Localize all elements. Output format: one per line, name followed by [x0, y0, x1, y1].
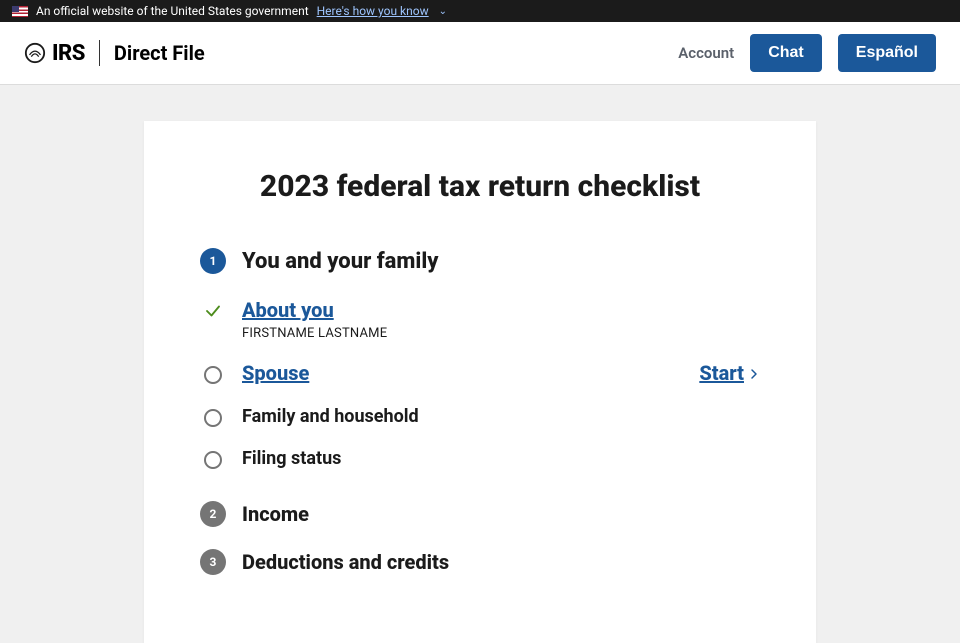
section-you-and-family: 1 You and your family: [200, 248, 760, 274]
logo-divider: [99, 40, 100, 66]
about-you-link[interactable]: About you: [242, 298, 334, 322]
irs-wordmark: IRS: [52, 41, 85, 66]
family-household-label: Family and household: [242, 406, 419, 427]
espanol-button[interactable]: Español: [838, 34, 936, 72]
spouse-start-link[interactable]: Start: [699, 361, 760, 385]
empty-circle-icon: [200, 447, 226, 469]
chevron-down-icon: ⌄: [439, 6, 447, 17]
section-title: Income: [242, 502, 309, 526]
gov-banner-link[interactable]: Here's how you know: [317, 4, 429, 18]
checklist-item-filing-status: Filing status: [200, 437, 760, 479]
section-income: 2 Income: [200, 501, 760, 527]
spouse-link[interactable]: Spouse: [242, 361, 309, 385]
filing-status-label: Filing status: [242, 448, 341, 469]
page-title: 2023 federal tax return checklist: [200, 169, 760, 204]
empty-circle-icon: [200, 362, 226, 384]
chat-button[interactable]: Chat: [750, 34, 822, 72]
checklist-item-about-you: About you FIRSTNAME LASTNAME: [200, 288, 760, 351]
check-icon: [200, 298, 226, 320]
us-flag-icon: [12, 6, 28, 17]
checklist-item-family-household: Family and household: [200, 395, 760, 437]
checklist-item-spouse: Spouse Start: [200, 351, 760, 395]
section-deductions-credits: 3 Deductions and credits: [200, 549, 760, 575]
section-title: Deductions and credits: [242, 550, 449, 574]
about-you-subtext: FIRSTNAME LASTNAME: [242, 326, 760, 341]
app-header: IRS Direct File Account Chat Español: [0, 22, 960, 85]
account-link[interactable]: Account: [678, 44, 734, 62]
section-number-badge: 1: [200, 248, 226, 274]
product-name: Direct File: [114, 41, 205, 65]
start-label: Start: [699, 361, 744, 385]
irs-eagle-icon: [24, 42, 46, 64]
gov-banner: An official website of the United States…: [0, 0, 960, 22]
section-title: You and your family: [242, 249, 439, 274]
section-number-badge: 3: [200, 549, 226, 575]
checklist-card: 2023 federal tax return checklist 1 You …: [144, 121, 816, 643]
chevron-right-icon: [748, 361, 760, 385]
section-number-badge: 2: [200, 501, 226, 527]
empty-circle-icon: [200, 405, 226, 427]
irs-logo[interactable]: IRS Direct File: [24, 40, 205, 66]
gov-banner-text: An official website of the United States…: [36, 4, 309, 18]
